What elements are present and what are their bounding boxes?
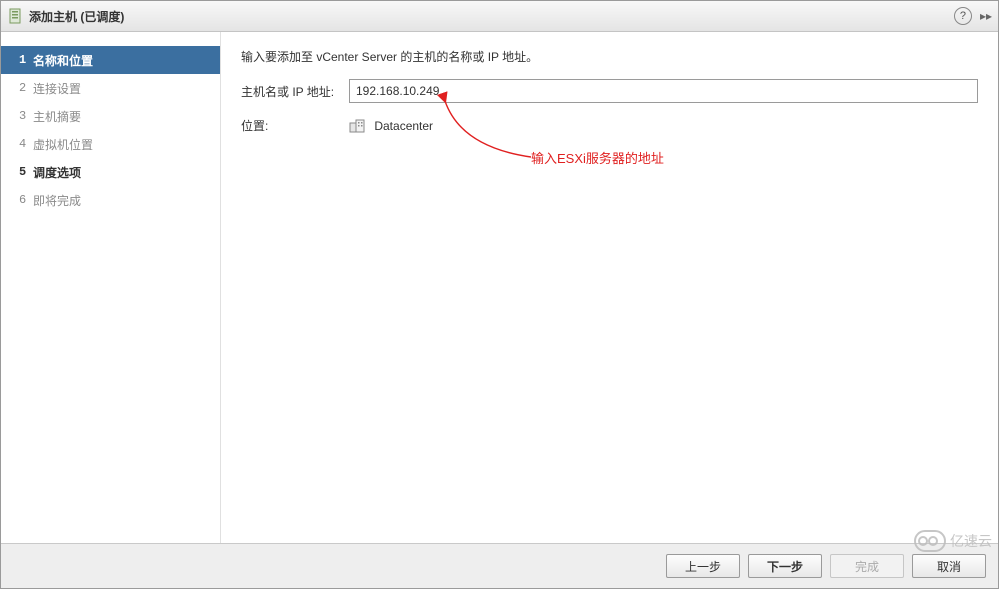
wizard-footer: 上一步 下一步 完成 取消 [1,543,998,588]
annotation-text: 输入ESXi服务器的地址 [531,148,664,167]
minimize-icon[interactable]: ▸▸ [980,9,992,23]
titlebar-left: 添加主机 (已调度) [7,8,124,25]
step-vm-location[interactable]: 4 虚拟机位置 [1,130,220,158]
step-ready-to-complete[interactable]: 6 即将完成 [1,186,220,214]
host-name-label: 主机名或 IP 地址: [241,83,349,100]
next-button[interactable]: 下一步 [748,554,822,578]
location-value: Datacenter [374,119,433,133]
back-button[interactable]: 上一步 [666,554,740,578]
titlebar: 添加主机 (已调度) ? ▸▸ [1,1,998,32]
location-label: 位置: [241,117,349,134]
cancel-button[interactable]: 取消 [912,554,986,578]
instruction-text: 输入要添加至 vCenter Server 的主机的名称或 IP 地址。 [241,48,978,65]
host-name-input[interactable] [349,79,978,103]
location-row: 位置: Datacenter [241,117,978,134]
step-label: 连接设置 [33,80,81,97]
step-name-location[interactable]: 1 名称和位置 [1,46,220,74]
datacenter-icon [349,119,365,133]
step-label: 即将完成 [33,192,81,209]
wizard-main-panel: 输入要添加至 vCenter Server 的主机的名称或 IP 地址。 主机名… [221,32,998,543]
add-host-wizard-window: 添加主机 (已调度) ? ▸▸ 1 名称和位置 2 连接设置 3 主机摘要 4 … [0,0,999,589]
step-label: 主机摘要 [33,108,81,125]
help-icon[interactable]: ? [954,7,972,25]
step-scheduling-options[interactable]: 5 调度选项 [1,158,220,186]
step-label: 名称和位置 [33,52,93,69]
step-label: 虚拟机位置 [33,136,93,153]
step-label: 调度选项 [33,164,81,181]
step-connection-settings[interactable]: 2 连接设置 [1,74,220,102]
wizard-body: 1 名称和位置 2 连接设置 3 主机摘要 4 虚拟机位置 5 调度选项 6 即… [1,32,998,543]
titlebar-right: ? ▸▸ [954,7,992,25]
wizard-steps-sidebar: 1 名称和位置 2 连接设置 3 主机摘要 4 虚拟机位置 5 调度选项 6 即… [1,32,221,543]
step-host-summary[interactable]: 3 主机摘要 [1,102,220,130]
location-value-wrap: Datacenter [349,118,433,133]
host-name-row: 主机名或 IP 地址: [241,79,978,103]
host-icon [7,8,23,24]
finish-button: 完成 [830,554,904,578]
window-title: 添加主机 (已调度) [29,8,124,25]
